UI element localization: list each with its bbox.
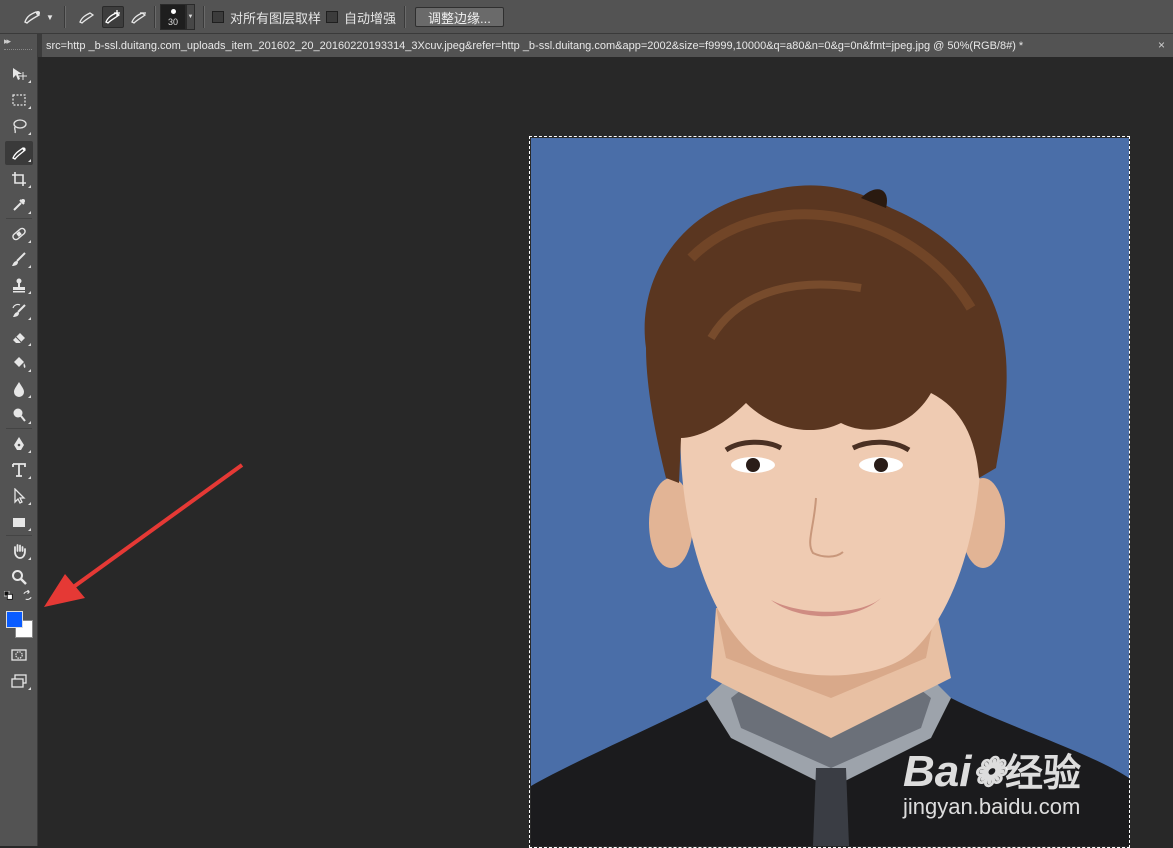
water-drop-icon: [14, 382, 24, 397]
refine-edge-button[interactable]: 调整边缘...: [415, 7, 504, 27]
screen-mode-button[interactable]: [5, 669, 33, 693]
swap-colors-button[interactable]: [21, 589, 33, 601]
history-brush-icon: [12, 303, 26, 317]
type-icon: [12, 463, 26, 477]
chevron-down-icon: ▼: [46, 12, 54, 22]
rectangular-marquee-tool[interactable]: [5, 88, 33, 112]
history-brush-tool[interactable]: [5, 299, 33, 323]
dodge-tool[interactable]: [5, 403, 33, 427]
subtract-from-selection-button[interactable]: [128, 6, 150, 28]
collapse-panel-icon[interactable]: ▸▸: [4, 36, 11, 47]
path-selection-tool[interactable]: [5, 484, 33, 508]
default-colors-icon: [4, 591, 13, 600]
brush-dropdown-button[interactable]: ▼: [186, 4, 195, 30]
spot-healing-brush-tool[interactable]: [5, 222, 33, 246]
quick-selection-tool[interactable]: [5, 141, 33, 165]
bandage-icon: [12, 227, 26, 241]
tool-separator: [6, 535, 32, 536]
blur-tool[interactable]: [5, 377, 33, 401]
tool-separator: [6, 428, 32, 429]
auto-enhance-option[interactable]: 自动增强: [326, 0, 396, 34]
eyedropper-tool[interactable]: [5, 193, 33, 217]
swap-arrows-icon: [22, 589, 32, 600]
quick-selection-brush-icon: [24, 11, 41, 24]
stamp-icon: [13, 278, 25, 293]
clone-stamp-tool[interactable]: [5, 273, 33, 297]
new-selection-button[interactable]: [76, 6, 98, 28]
divider: [154, 6, 156, 28]
eyedropper-icon: [13, 199, 25, 211]
zoom-icon: [12, 570, 27, 585]
pen-icon: [14, 437, 24, 450]
zoom-tool[interactable]: [5, 565, 33, 589]
default-colors-button[interactable]: [3, 590, 15, 602]
auto-enhance-checkbox[interactable]: [326, 11, 338, 23]
quick-selection-icon: [12, 147, 26, 160]
new-selection-icon: [79, 12, 95, 24]
tool-preset-picker[interactable]: ▼: [22, 0, 54, 34]
document-tab[interactable]: src=http _b-ssl.duitang.com_uploads_item…: [42, 34, 1173, 57]
sample-all-layers-checkbox[interactable]: [212, 11, 224, 23]
divider: [64, 6, 66, 28]
sample-all-layers-label: 对所有图层取样: [230, 10, 322, 26]
chevron-down-icon: ▼: [187, 14, 194, 20]
eraser-tool[interactable]: [5, 325, 33, 349]
options-bar: ▼ 30 ▼ 对所有图层取样 自动增强 调整边缘...: [0, 0, 1173, 34]
path-selection-icon: [14, 488, 26, 504]
rectangular-marquee-icon: [12, 94, 26, 106]
brush-tool[interactable]: [5, 247, 33, 271]
tool-separator: [6, 218, 32, 219]
hand-icon: [14, 544, 26, 559]
divider: [203, 6, 205, 28]
brush-size-value: 30: [167, 17, 178, 27]
document-tab-bar: src=http _b-ssl.duitang.com_uploads_item…: [38, 34, 1173, 57]
document-title: src=http _b-ssl.duitang.com_uploads_item…: [46, 39, 1024, 52]
hand-tool[interactable]: [5, 539, 33, 563]
foreground-color-swatch[interactable]: [6, 611, 23, 628]
tools-panel: ▸▸: [0, 34, 38, 846]
dodge-icon: [13, 408, 26, 422]
crop-icon: [12, 172, 26, 186]
rectangle-tool[interactable]: [5, 510, 33, 534]
brush-icon: [12, 252, 26, 266]
add-to-selection-button[interactable]: [102, 6, 124, 28]
brush-preview: 30: [160, 4, 186, 30]
lasso-tool[interactable]: [5, 114, 33, 138]
subtract-from-selection-icon: [131, 12, 147, 24]
crop-tool[interactable]: [5, 167, 33, 191]
paint-bucket-icon: [14, 357, 26, 368]
rectangle-icon: [13, 518, 25, 527]
paint-bucket-tool[interactable]: [5, 351, 33, 375]
add-to-selection-icon: [105, 10, 121, 24]
panel-grip[interactable]: [4, 49, 32, 53]
move-icon: [13, 68, 27, 80]
selection-marquee: [529, 136, 1130, 848]
brush-size-picker[interactable]: 30 ▼: [160, 0, 195, 34]
quick-mask-button[interactable]: [5, 643, 33, 667]
divider: [404, 6, 406, 28]
sample-all-layers-option[interactable]: 对所有图层取样: [212, 0, 321, 34]
close-icon[interactable]: ×: [1158, 38, 1165, 52]
auto-enhance-label: 自动增强: [344, 10, 397, 26]
eraser-icon: [13, 333, 25, 343]
lasso-icon: [13, 119, 27, 134]
screen-mode-icon: [11, 674, 27, 688]
move-tool[interactable]: [5, 62, 33, 86]
quick-mask-icon: [11, 649, 27, 661]
type-tool[interactable]: [5, 458, 33, 482]
pen-tool[interactable]: [5, 432, 33, 456]
